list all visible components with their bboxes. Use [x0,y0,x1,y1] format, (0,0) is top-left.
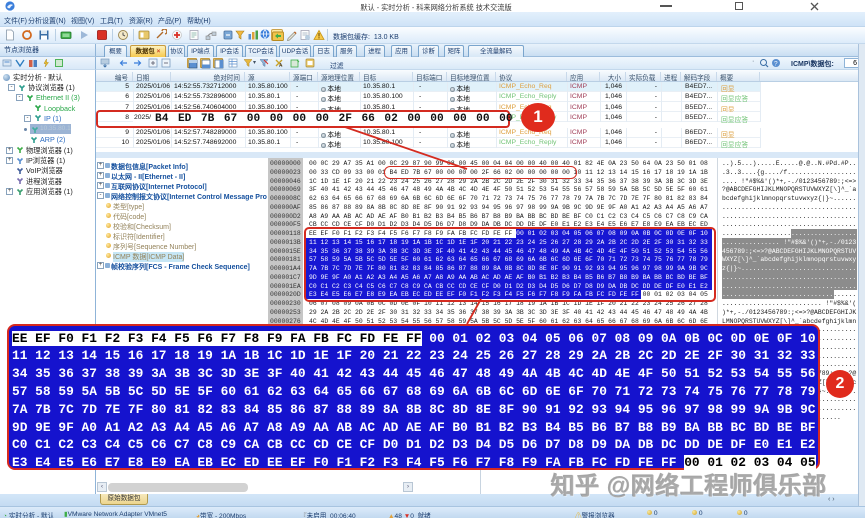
svg-text:?: ? [774,61,778,68]
